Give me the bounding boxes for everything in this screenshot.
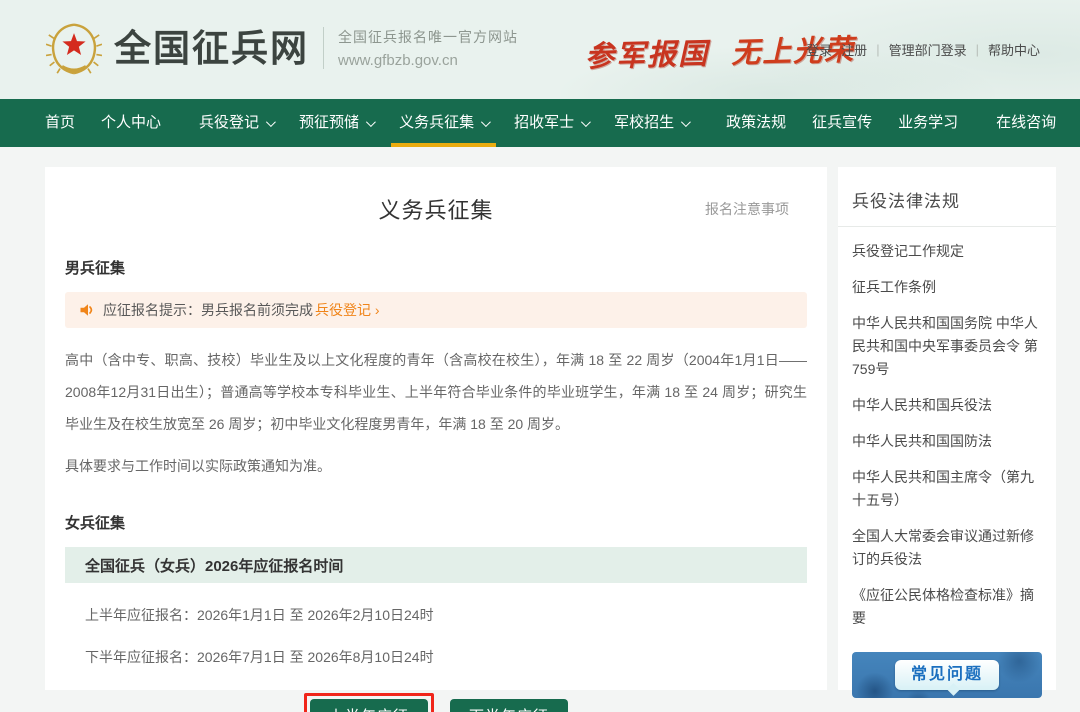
second-half-schedule: 下半年应征报名：2026年7月1日 至 2026年8月10日24时 [65,647,807,667]
apply-buttons-row: 上半年应征 下半年应征 [65,693,807,712]
nav-business-learning[interactable]: 业务学习 [885,99,971,147]
sidebar-divider [838,226,1056,227]
main-content-card: 义务兵征集 报名注意事项 男兵征集 应征报名提示：男兵报名前须完成 兵役登记 ›… [45,167,827,690]
chevron-down-icon [581,117,591,127]
header-links-divider: | [876,42,879,57]
nav-item-label: 征兵宣传 [812,99,872,147]
login-link[interactable]: 登录 [806,40,832,59]
sidebar-title: 兵役法律法规 [852,187,1042,212]
brand-separator [323,27,324,69]
male-recruitment-heading: 男兵征集 [65,257,807,278]
page-title: 义务兵征集 [65,193,807,225]
header-links: 登录 注册 | 管理部门登录 | 帮助中心 [806,40,1040,59]
nav-item-label: 业务学习 [898,99,958,147]
site-url: www.gfbzb.gov.cn [338,52,518,69]
nav-personal-center[interactable]: 个人中心 [88,99,174,147]
site-name: 全国征兵网 [114,20,309,76]
nav-online-consult[interactable]: 在线咨询 [983,99,1069,147]
faq-banner[interactable]: 常见问题 [852,652,1042,698]
nav-item-label: 预征预储 [299,99,359,147]
chevron-down-icon [681,117,691,127]
nav-item-label: 兵役登记 [199,99,259,147]
tagline-text: 全国征兵报名唯一官方网站 [338,27,518,47]
annotation-highlight-box: 上半年应征 [304,693,434,712]
nav-service-registration[interactable]: 兵役登记 [186,99,286,147]
nav-supervision-report[interactable]: 监督举报 [1069,99,1080,147]
male-eligibility-paragraph: 高中（含中专、职高、技校）毕业生及以上文化程度的青年（含高校在校生），年满 18… [65,344,807,440]
nav-policies[interactable]: 政策法规 [713,99,799,147]
chevron-down-icon [366,117,376,127]
nav-item-label: 在线咨询 [996,99,1056,147]
header-links-divider: | [976,42,979,57]
chevron-down-icon [266,117,276,127]
sidebar-link-presidential-order-95[interactable]: 中华人民共和国主席令（第九十五号） [852,466,1042,512]
sidebar-link-npc-revised-law[interactable]: 全国人大常委会审议通过新修订的兵役法 [852,525,1042,571]
sidebar-link-military-service-law[interactable]: 中华人民共和国兵役法 [852,394,1042,417]
registration-tip-box: 应征报名提示：男兵报名前须完成 兵役登记 › [65,292,807,328]
laws-sidebar: 兵役法律法规 兵役登记工作规定 征兵工作条例 中华人民共和国国务院 中华人民共和… [838,167,1056,690]
sidebar-link-physical-exam-standards[interactable]: 《应征公民体格检查标准》摘要 [852,584,1042,630]
second-half-apply-button[interactable]: 下半年应征 [450,699,568,712]
admin-login-link[interactable]: 管理部门登录 [889,40,967,59]
female-schedule-header: 全国征兵（女兵）2026年应征报名时间 [65,547,807,583]
register-link[interactable]: 注册 [841,40,867,59]
site-tagline: 全国征兵报名唯一官方网站 www.gfbzb.gov.cn [338,20,518,76]
nav-item-label: 义务兵征集 [399,99,474,147]
first-half-schedule: 上半年应征报名：2026年1月1日 至 2026年2月10日24时 [65,605,807,625]
main-navigation: 首页 个人中心 兵役登记 预征预储 义务兵征集 招收军士 军校招生 政策法规 征… [0,99,1080,147]
female-schedule-title: 全国征兵（女兵）2026年应征报名时间 [85,555,343,576]
tip-text: 应征报名提示：男兵报名前须完成 [103,300,313,320]
faq-bubble-label: 常见问题 [895,660,999,690]
sidebar-link-order-759[interactable]: 中华人民共和国国务院 中华人民共和国中央军事委员会令 第759号 [852,312,1042,381]
sidebar-link-conscription-regulations[interactable]: 征兵工作条例 [852,276,1042,299]
chevron-down-icon [481,117,491,127]
first-half-apply-button[interactable]: 上半年应征 [310,699,428,712]
service-registration-link[interactable]: 兵役登记 › [315,300,380,320]
nav-item-label: 首页 [45,99,75,147]
nav-academy-admissions[interactable]: 军校招生 [601,99,701,147]
slogan-part1: 参军报国 [585,36,710,73]
policy-note: 具体要求与工作时间以实际政策通知为准。 [65,452,807,480]
help-center-link[interactable]: 帮助中心 [988,40,1040,59]
nav-home[interactable]: 首页 [32,99,88,147]
speaker-icon [79,302,95,318]
sidebar-link-national-defense-law[interactable]: 中华人民共和国国防法 [852,430,1042,453]
registration-notes-link[interactable]: 报名注意事项 [705,199,789,219]
nav-nco-recruitment[interactable]: 招收军士 [501,99,601,147]
female-recruitment-heading: 女兵征集 [65,512,807,533]
nav-item-label: 政策法规 [726,99,786,147]
nav-item-label: 招收军士 [514,99,574,147]
nav-compulsory-recruitment[interactable]: 义务兵征集 [386,99,501,147]
nav-publicity[interactable]: 征兵宣传 [799,99,885,147]
pla-emblem-icon [46,20,102,76]
nav-item-label: 军校招生 [614,99,674,147]
nav-item-label: 个人中心 [101,99,161,147]
nav-pre-conscription[interactable]: 预征预储 [286,99,386,147]
site-brand[interactable]: 全国征兵网 全国征兵报名唯一官方网站 www.gfbzb.gov.cn [46,20,518,76]
site-header: 全国征兵网 全国征兵报名唯一官方网站 www.gfbzb.gov.cn 参军报国… [0,0,1080,99]
sidebar-link-registration-rules[interactable]: 兵役登记工作规定 [852,240,1042,263]
